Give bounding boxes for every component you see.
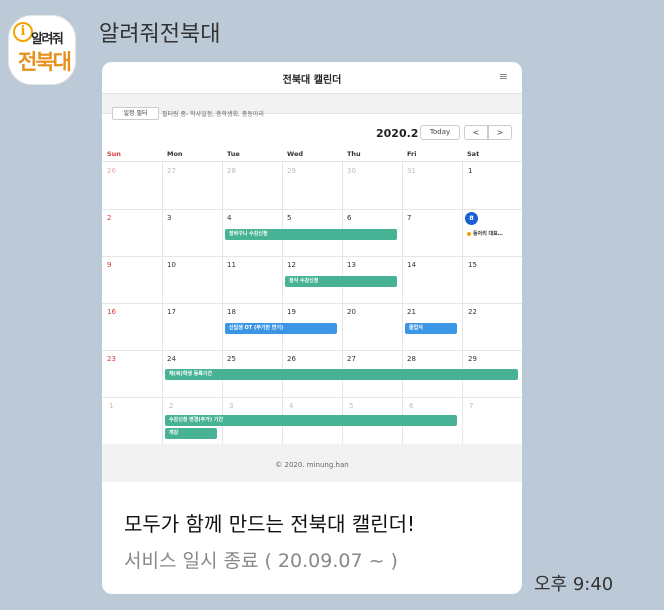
day-cell-number: 21 — [407, 308, 416, 316]
day-cell-number: 7 — [407, 214, 412, 222]
event-dot-icon — [467, 231, 471, 236]
day-cell-number: 2 — [107, 214, 112, 222]
calendar-footer: © 2020. minung.han — [102, 444, 522, 482]
next-month-button: > — [488, 125, 512, 140]
copyright-text: © 2020. minung.han — [275, 461, 349, 469]
day-cell-number: 11 — [227, 261, 236, 269]
event-bar: 재(복)학생 등록기간 — [165, 369, 518, 380]
day-cell-number: 6 — [347, 214, 352, 222]
event-dot-item: 동아리 대표… — [467, 230, 503, 237]
grid-line — [102, 209, 522, 210]
avatar-text-line2: 전북대 — [18, 50, 72, 74]
day-cell-number: 14 — [407, 261, 416, 269]
day-cell-number: 15 — [468, 261, 477, 269]
day-cell-number: 29 — [287, 167, 296, 175]
day-cell-number: 3 — [229, 402, 234, 410]
day-cell-number: 4 — [227, 214, 232, 222]
day-cell-number: 23 — [107, 355, 116, 363]
day-cell-number: 31 — [407, 167, 416, 175]
prev-month-button: < — [464, 125, 488, 140]
day-cell-number: 28 — [407, 355, 416, 363]
day-cell-number: 27 — [167, 167, 176, 175]
weekday-wed: Wed — [287, 150, 303, 158]
day-cell-number: 29 — [468, 355, 477, 363]
day-cell-number: 28 — [227, 167, 236, 175]
day-cell-number: 16 — [107, 308, 116, 316]
day-cell-number: 5 — [349, 402, 354, 410]
grid-line — [102, 397, 522, 398]
info-icon: i — [13, 22, 33, 42]
card-title: 모두가 함께 만드는 전북대 캘린더! — [124, 512, 416, 536]
day-cell-number: 20 — [347, 308, 356, 316]
day-cell-number: 1 — [109, 402, 114, 410]
day-cell-number: 27 — [347, 355, 356, 363]
month-label: 2020.2 — [376, 127, 419, 140]
calendar-screenshot[interactable]: 전북대 캘린더 ≡ 일정 필터 필터링 중- 학사일정, 총학생회, 총동아리 … — [102, 62, 522, 482]
grid-line — [102, 350, 522, 351]
day-cell-number: 5 — [287, 214, 292, 222]
day-cell-number: 18 — [227, 308, 236, 316]
calendar-header: 전북대 캘린더 ≡ — [102, 62, 522, 94]
day-cell-number: 26 — [287, 355, 296, 363]
day-cell-number: 26 — [107, 167, 116, 175]
filter-button: 일정 필터 — [112, 107, 159, 120]
event-bar: 수강신청 변경(추가) 기간 — [165, 415, 457, 426]
day-cell-number: 12 — [287, 261, 296, 269]
profile-avatar[interactable]: i 알려줘 전북대 — [8, 15, 76, 85]
day-cell-number: 6 — [409, 402, 414, 410]
event-bar: 신입생 OT (무기한 연기) — [225, 323, 337, 334]
event-label: 동아리 대표… — [473, 231, 503, 237]
grid-line — [102, 303, 522, 304]
message-bubble[interactable]: 전북대 캘린더 ≡ 일정 필터 필터링 중- 학사일정, 총학생회, 총동아리 … — [102, 62, 522, 594]
day-cell-number: 13 — [347, 261, 356, 269]
day-cell-number: 1 — [468, 167, 473, 175]
today-button: Today — [420, 125, 460, 140]
event-bar: 개강 — [165, 428, 217, 439]
day-cell-number: 2 — [169, 402, 174, 410]
day-cell-number: 17 — [167, 308, 176, 316]
filter-status-text: 필터링 중- 학사일정, 총학생회, 총동아리 — [162, 111, 264, 118]
card-subtitle: 서비스 일시 종료 ( 20.09.07 ~ ) — [124, 550, 398, 572]
day-cell-number: 30 — [347, 167, 356, 175]
day-cell-number: 3 — [167, 214, 172, 222]
day-cell-number: 9 — [107, 261, 112, 269]
weekday-tue: Tue — [227, 150, 240, 158]
event-bar: 졸업식 — [405, 323, 457, 334]
weekday-mon: Mon — [167, 150, 183, 158]
event-bar: 정식 수강신청 — [285, 276, 397, 287]
day-cell-number: 25 — [227, 355, 236, 363]
weekday-sat: Sat — [467, 150, 480, 158]
today-date-marker: 8 — [465, 212, 478, 225]
event-bar: 장바구니 수강신청 — [225, 229, 397, 240]
weekday-sun: Sun — [107, 150, 121, 158]
grid-line — [102, 256, 522, 257]
weekday-thu: Thu — [347, 150, 361, 158]
sender-name: 알려줘전북대 — [99, 22, 221, 47]
calendar-grid: 26 27 28 29 30 31 1 2 3 4 5 6 7 8 장바구니 수… — [102, 162, 522, 444]
message-timestamp: 오후 9:40 — [534, 574, 614, 595]
day-cell-number: 24 — [167, 355, 176, 363]
avatar-text-line1: 알려줘 — [31, 32, 64, 47]
weekday-fri: Fri — [407, 150, 417, 158]
calendar-app-title: 전북대 캘린더 — [282, 75, 342, 86]
day-cell-number: 10 — [167, 261, 176, 269]
day-cell-number: 19 — [287, 308, 296, 316]
day-cell-number: 4 — [289, 402, 294, 410]
day-cell-number: 7 — [469, 402, 474, 410]
day-cell-number: 22 — [468, 308, 477, 316]
hamburger-icon: ≡ — [498, 70, 508, 83]
